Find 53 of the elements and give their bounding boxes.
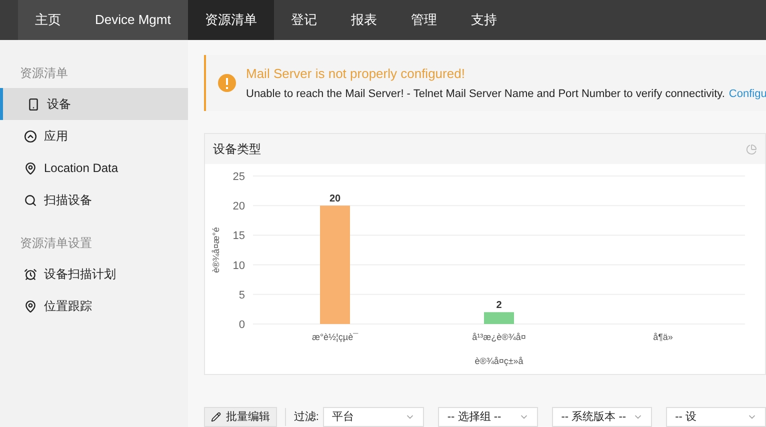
nav-tab[interactable]: 支持 [454, 0, 514, 40]
filter-select[interactable]: 平台 [322, 407, 424, 427]
warning-icon [218, 74, 236, 92]
sidebar-item-label: 扫描设备 [44, 192, 92, 209]
x-category-label: æ°è½¦çµè¯ [312, 332, 358, 342]
x-category-label: å¹³æ¿è®¾å¤ [472, 332, 526, 342]
sidebar-item-label: 应用 [44, 128, 68, 145]
nav-tab[interactable]: 登记 [274, 0, 334, 40]
nav-tab[interactable]: 资源清单 [188, 0, 274, 40]
filter-select[interactable]: -- 设 [666, 407, 766, 427]
phone-icon [27, 98, 40, 110]
y-tick-label: 5 [238, 289, 245, 302]
search-icon [24, 194, 37, 206]
sidebar-item-label: 设备 [47, 96, 71, 113]
sidebar-item[interactable]: 应用 [0, 120, 188, 152]
nav-tab[interactable]: 主页 [18, 0, 78, 40]
pie-chart-icon [746, 144, 757, 154]
pencil-icon [211, 412, 221, 422]
alarm-clock-icon [24, 268, 37, 280]
sidebar-section-title: 资源清单 [19, 65, 69, 82]
bar [484, 312, 514, 324]
sidebar-item[interactable]: 设备扫描计划 [0, 258, 188, 290]
sidebar-item[interactable]: 设备 [0, 88, 188, 120]
sidebar-item-label: Location Data [44, 160, 118, 177]
sidebar-item-label: 设备扫描计划 [44, 266, 116, 283]
sidebar-item[interactable]: 扫描设备 [0, 184, 188, 216]
map-pin-icon [24, 300, 37, 312]
x-axis-title: è®¾å¤ç±»å [474, 356, 524, 366]
nav-tab[interactable]: 管理 [394, 0, 454, 40]
x-category-label: å¶ä» [653, 332, 673, 342]
filter-select[interactable]: -- 系统版本 -- [552, 407, 652, 427]
y-tick-label: 15 [232, 230, 245, 242]
nav-tab[interactable]: 报表 [334, 0, 394, 40]
sidebar-item[interactable]: 位置跟踪 [0, 290, 188, 322]
bulk-edit-button[interactable]: 批量编辑 [204, 407, 277, 427]
filter-label: 过滤: [294, 410, 319, 425]
y-axis-title: è®¾å¤æ°é [211, 227, 221, 273]
filter-select[interactable]: -- 选择组 -- [438, 407, 538, 427]
y-tick-label: 25 [232, 171, 245, 183]
circle-icon [24, 130, 37, 142]
y-tick-label: 0 [238, 319, 245, 331]
bar-value-label: 2 [496, 300, 502, 312]
y-tick-label: 10 [232, 260, 245, 272]
bar-value-label: 20 [329, 194, 341, 205]
sidebar-item[interactable]: Location Data [0, 152, 188, 184]
panel-title: 设备类型 [213, 141, 261, 158]
sidebar-item-label: 位置跟踪 [44, 298, 92, 315]
map-pin-icon [24, 162, 37, 174]
nav-tab[interactable]: Device Mgmt [78, 0, 188, 40]
alert-message: Unable to reach the Mail Server! - Telnet Mail Server Name and Port Number to verify connectivity. [246, 87, 725, 102]
alert-title: Mail Server is not properly configured! [246, 64, 466, 83]
y-tick-label: 20 [232, 200, 245, 213]
sidebar-section-title: 资源清单设置 [19, 235, 93, 252]
